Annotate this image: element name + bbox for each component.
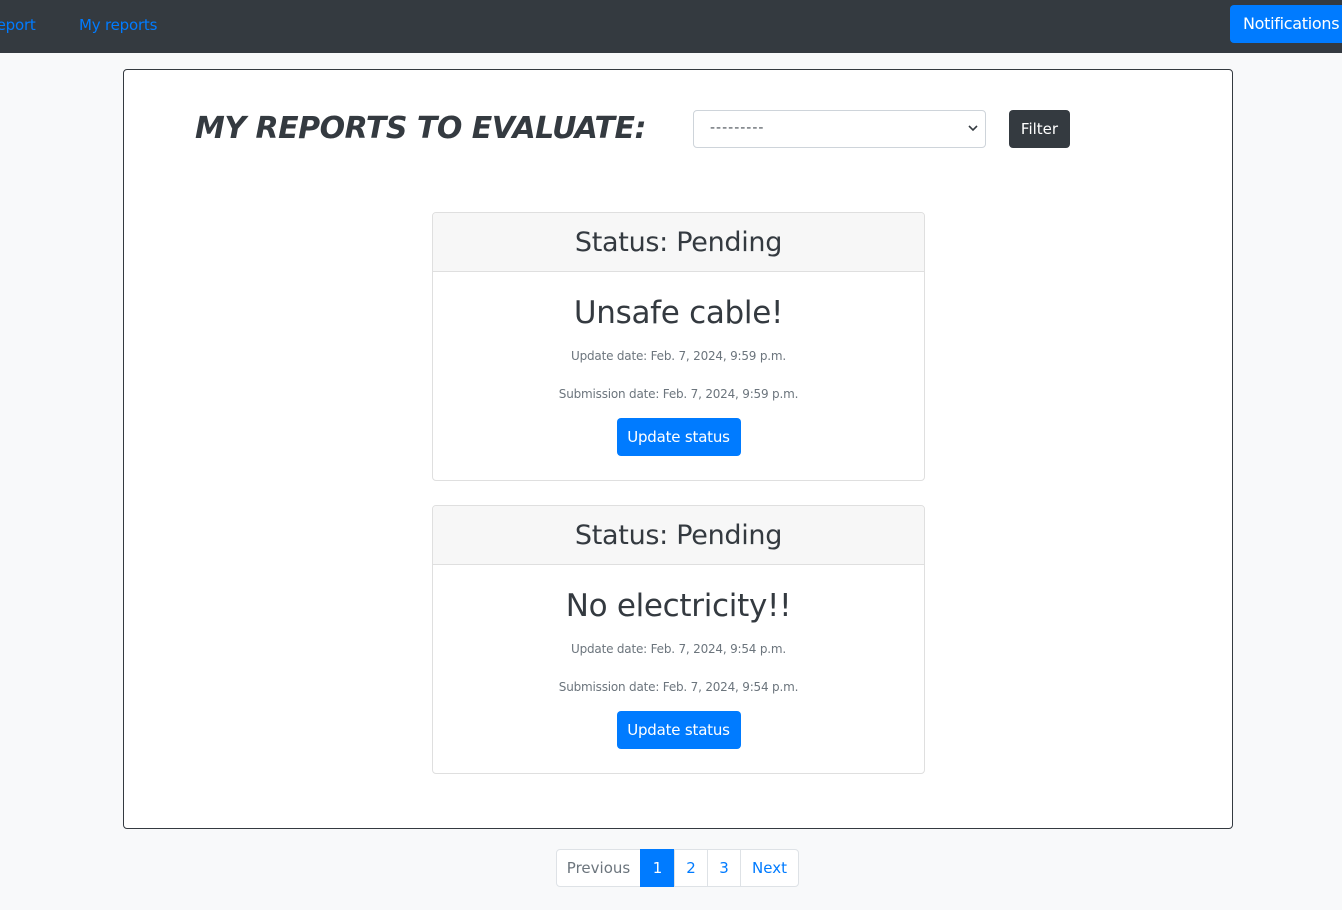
pagination-page-1[interactable]: 1 xyxy=(640,849,675,887)
report-card: Status: Pending No electricity!! Update … xyxy=(432,505,925,774)
reports-panel: MY REPORTS TO EVALUATE: --------- Filter… xyxy=(123,69,1233,829)
top-navbar: report My reports Notifications xyxy=(0,0,1342,53)
pagination: Previous 1 2 3 Next xyxy=(556,849,799,887)
notifications-button[interactable]: Notifications xyxy=(1230,5,1342,43)
pagination-previous[interactable]: Previous xyxy=(556,849,641,887)
report-submission-date: Submission date: Feb. 7, 2024, 9:54 p.m. xyxy=(558,680,799,694)
update-status-button[interactable]: Update status xyxy=(616,418,741,456)
report-update-date: Update date: Feb. 7, 2024, 9:54 p.m. xyxy=(571,642,786,656)
nav-link-my-reports[interactable]: My reports xyxy=(79,16,157,34)
update-status-button[interactable]: Update status xyxy=(616,711,741,749)
pagination-page-3[interactable]: 3 xyxy=(707,849,741,887)
notifications-label: Notifications xyxy=(1243,14,1340,33)
report-update-date: Update date: Feb. 7, 2024, 9:59 p.m. xyxy=(571,349,786,363)
page-title: MY REPORTS TO EVALUATE: xyxy=(195,111,646,146)
filter-button[interactable]: Filter xyxy=(1009,110,1070,148)
filter-select-value: --------- xyxy=(710,120,765,136)
report-status: Status: Pending xyxy=(433,213,924,272)
nav-link-report[interactable]: report xyxy=(0,16,36,34)
report-title: Unsafe cable! xyxy=(573,295,784,331)
chevron-down-icon xyxy=(968,125,978,132)
pagination-page-2[interactable]: 2 xyxy=(674,849,708,887)
filter-select[interactable]: --------- xyxy=(693,110,986,148)
report-card: Status: Pending Unsafe cable! Update dat… xyxy=(432,212,925,481)
pagination-next[interactable]: Next xyxy=(740,849,799,887)
report-status: Status: Pending xyxy=(433,506,924,565)
report-submission-date: Submission date: Feb. 7, 2024, 9:59 p.m. xyxy=(558,387,799,401)
report-title: No electricity!! xyxy=(565,588,792,624)
